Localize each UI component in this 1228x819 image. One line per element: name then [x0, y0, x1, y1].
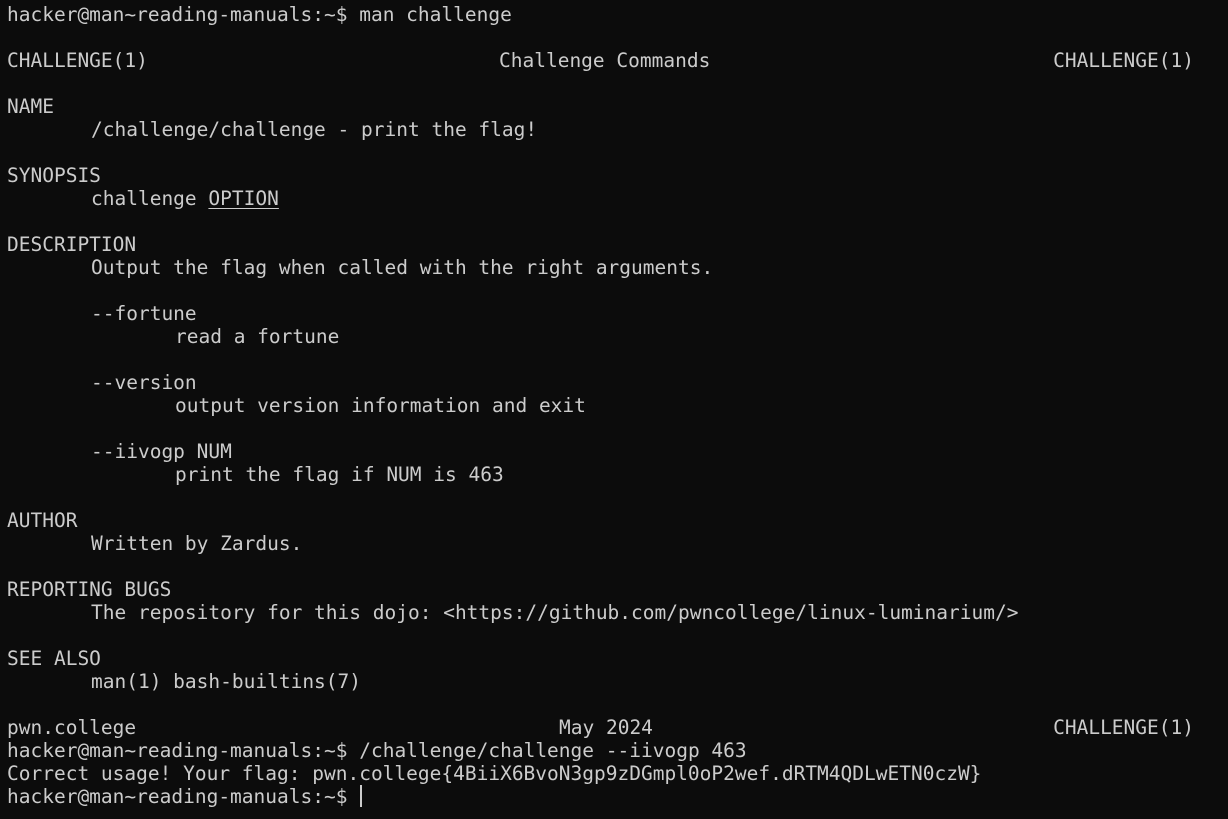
text-cursor: [360, 785, 363, 807]
section-heading-name: NAME: [7, 95, 54, 118]
man-header-left: CHALLENGE(1): [7, 49, 148, 72]
option-fortune-desc: read a fortune: [175, 325, 340, 348]
section-heading-author: AUTHOR: [7, 509, 78, 532]
option-version-desc: output version information and exit: [175, 394, 586, 417]
section-heading-reporting-bugs: REPORTING BUGS: [7, 578, 172, 601]
terminal-window[interactable]: hacker@man~reading-manuals:~$ man challe…: [7, 3, 1222, 808]
command-run-challenge: /challenge/challenge --iivogp 463: [359, 739, 747, 762]
section-heading-synopsis: SYNOPSIS: [7, 164, 101, 187]
option-fortune: --fortune: [91, 302, 197, 325]
reporting-bugs-text: The repository for this dojo: <https://g…: [91, 601, 1019, 624]
shell-prompt: hacker@man~reading-manuals:~$: [7, 785, 348, 808]
man-footer-left: pwn.college: [7, 716, 137, 739]
prompt-line-1: hacker@man~reading-manuals:~$ man challe…: [7, 3, 1222, 26]
description-text: Output the flag when called with the rig…: [91, 256, 714, 279]
command-man-challenge: man challenge: [359, 3, 512, 26]
man-footer-date: May 2024: [559, 716, 653, 739]
synopsis-line: challenge OPTION: [7, 187, 1222, 210]
man-page-footer: pwn.college May 2024 CHALLENGE(1): [7, 716, 1222, 739]
option-iivogp: --iivogp NUM: [91, 440, 232, 463]
synopsis-option: OPTION: [208, 187, 279, 210]
section-heading-see-also: SEE ALSO: [7, 647, 101, 670]
man-header-title: Challenge Commands: [499, 49, 711, 72]
shell-prompt: hacker@man~reading-manuals:~$: [7, 739, 348, 762]
option-iivogp-desc: print the flag if NUM is 463: [175, 463, 504, 486]
shell-prompt: hacker@man~reading-manuals:~$: [7, 3, 348, 26]
synopsis-command: challenge: [91, 187, 197, 210]
section-heading-description: DESCRIPTION: [7, 233, 137, 256]
prompt-line-2: hacker@man~reading-manuals:~$ /challenge…: [7, 739, 1222, 762]
flag-output: Correct usage! Your flag: pwn.college{4B…: [7, 762, 982, 785]
prompt-line-3[interactable]: hacker@man~reading-manuals:~$: [7, 785, 1222, 808]
name-description: /challenge/challenge - print the flag!: [91, 118, 538, 141]
man-header-right: CHALLENGE(1): [1053, 49, 1194, 72]
see-also-text: man(1) bash-builtins(7): [91, 670, 362, 693]
man-page-header: CHALLENGE(1) Challenge Commands CHALLENG…: [7, 49, 1222, 72]
author-text: Written by Zardus.: [91, 532, 303, 555]
man-footer-right: CHALLENGE(1): [1053, 716, 1194, 739]
option-version: --version: [91, 371, 197, 394]
